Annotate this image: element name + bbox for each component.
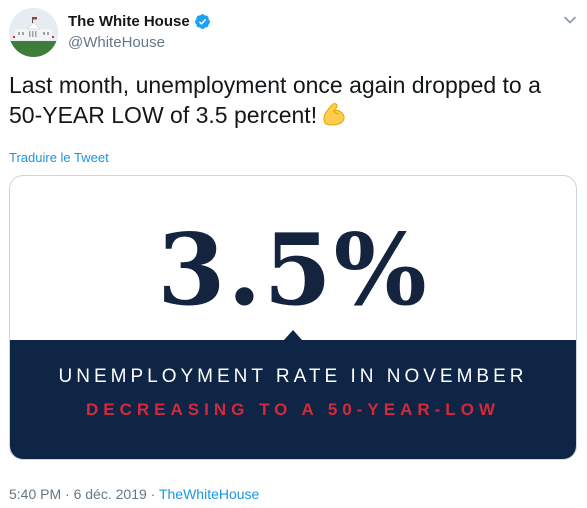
meta-separator: · (65, 486, 70, 502)
tweet-text: Last month, unemployment once again drop… (9, 70, 574, 130)
chevron-down-icon[interactable] (562, 12, 578, 28)
tweet-date[interactable]: 6 déc. 2019 (74, 486, 147, 502)
flexed-biceps-emoji (323, 103, 345, 126)
big-number: 3.5% (157, 213, 429, 328)
band-headline: UNEMPLOYMENT RATE IN NOVEMBER (58, 366, 528, 387)
tweet-text-content: Last month, unemployment once again drop… (9, 72, 541, 128)
media-card[interactable]: 3.5% UNEMPLOYMENT RATE IN NOVEMBER DECRE… (9, 175, 577, 460)
display-name[interactable]: The White House (68, 13, 190, 30)
verified-badge-icon (194, 14, 210, 29)
avatar[interactable] (9, 8, 58, 57)
white-house-image (9, 8, 58, 57)
tweet-source-link[interactable]: TheWhiteHouse (159, 486, 259, 502)
tweet-time[interactable]: 5:40 PM (9, 486, 61, 502)
handle[interactable]: @WhiteHouse (68, 34, 165, 51)
band-subheadline: DECREASING TO A 50-YEAR-LOW (86, 400, 500, 419)
tweet-meta: 5:40 PM · 6 déc. 2019 · TheWhiteHouse (9, 486, 259, 502)
band-notch (284, 330, 302, 340)
translate-link[interactable]: Traduire le Tweet (9, 150, 109, 165)
author-name-row[interactable]: The White House (68, 13, 211, 30)
meta-separator: · (150, 486, 156, 502)
